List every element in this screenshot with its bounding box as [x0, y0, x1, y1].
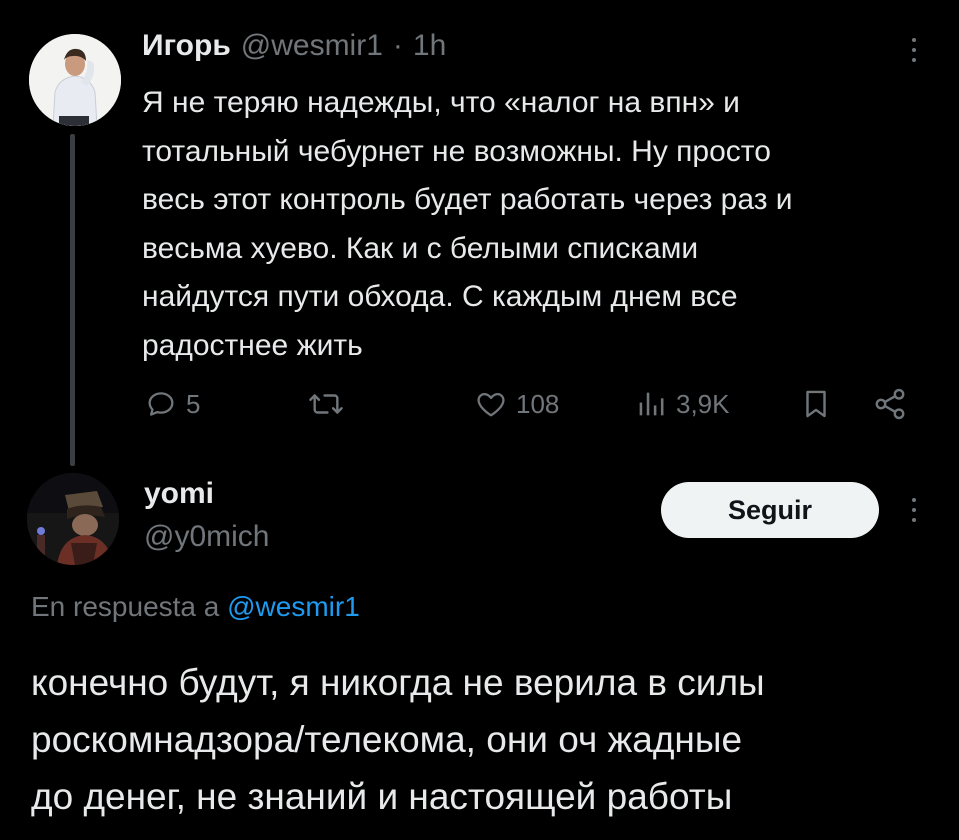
- tweet-text-line: тотальный чебурнет не возможны. Ну прост…: [142, 134, 771, 168]
- reply-text-line: конечно будут, я никогда не верила в сил…: [31, 662, 765, 703]
- view-count: 3,9K: [676, 388, 730, 419]
- reply-count: 5: [186, 388, 201, 419]
- author-handle[interactable]: @wesmir1: [241, 29, 383, 63]
- tweet-timestamp[interactable]: 1h: [413, 29, 446, 63]
- tweet-text: Я не теряю надежды, что «налог на впн» и…: [142, 79, 942, 370]
- retweet-button[interactable]: [307, 384, 345, 424]
- replying-to: En respuesta a @wesmir1: [31, 591, 360, 623]
- replying-to-prefix: En respuesta a: [31, 591, 220, 622]
- replying-to-mention[interactable]: @wesmir1: [227, 591, 360, 622]
- share-button[interactable]: [872, 384, 908, 424]
- like-button[interactable]: 108: [474, 384, 559, 424]
- bookmark-button[interactable]: [799, 384, 833, 424]
- avatar-photo: [29, 34, 121, 126]
- tweet-text-line: весь этот контроль будет работать через …: [142, 183, 793, 216]
- follow-button[interactable]: Seguir: [661, 482, 879, 538]
- reply-author-name[interactable]: yomi: [144, 477, 214, 511]
- views-button[interactable]: 3,9K: [634, 384, 730, 424]
- retweet-icon: [309, 394, 343, 414]
- tweet-text-line: найдутся пути обхода. С каждым днем все: [142, 280, 738, 313]
- reply-button[interactable]: 5: [144, 384, 200, 424]
- tweet-text-line: весьма хуево. Как и с белыми списками: [142, 231, 699, 265]
- reply-author-handle[interactable]: @y0mich: [144, 520, 269, 554]
- heart-icon: [477, 392, 505, 417]
- more-vertical-icon[interactable]: [910, 498, 918, 522]
- more-vertical-icon[interactable]: [910, 38, 918, 62]
- share-icon: [875, 388, 905, 420]
- like-count: 108: [516, 388, 560, 419]
- thread-connector-line: [70, 134, 75, 466]
- reply-text: конечно будут, я никогда не верила в сил…: [31, 654, 941, 825]
- author-avatar[interactable]: [29, 34, 121, 126]
- reply-text-line: до денег, не знаний и настоящей работы: [31, 776, 733, 817]
- tweet-text-line: радостнее жить: [142, 328, 363, 362]
- header-separator: ·: [392, 29, 403, 62]
- tweet-header: Игорь @wesmir1 · 1h: [142, 29, 446, 69]
- avatar-photo: [27, 473, 119, 565]
- reply-icon: [148, 392, 174, 416]
- analytics-icon: [639, 392, 664, 416]
- author-name[interactable]: Игорь: [142, 29, 231, 63]
- reply-text-line: роскомнадзора/телекома, они оч жадные: [31, 719, 743, 760]
- bookmark-icon: [806, 390, 826, 418]
- reply-author-avatar[interactable]: [27, 473, 119, 565]
- tweet-text-line: Я не теряю надежды, что «налог на впн» и: [142, 86, 740, 119]
